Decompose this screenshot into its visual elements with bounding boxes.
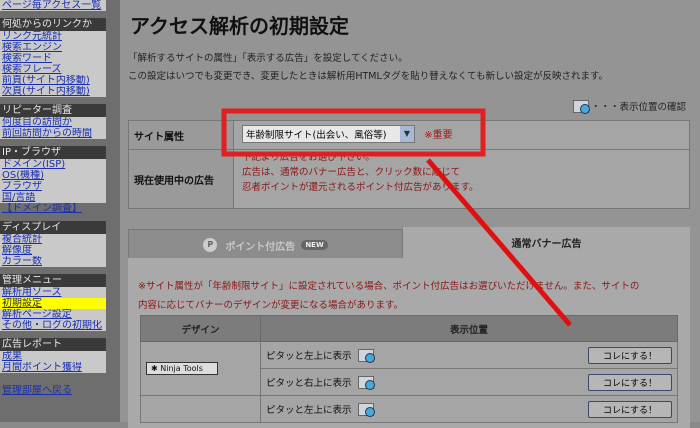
sidebar-link[interactable]: 解析ページ設定 <box>0 309 106 320</box>
sidebar-link-selected[interactable]: 初期設定 <box>0 298 106 309</box>
sidebar-link[interactable]: 解析用ソース <box>0 287 106 298</box>
magnifier-icon[interactable] <box>357 348 375 363</box>
new-badge: NEW <box>301 240 328 250</box>
position-label: ピタッと左上に表示 <box>266 351 352 362</box>
sidebar-link[interactable]: 検索エンジン <box>0 42 106 53</box>
ninja-tools-banner: ✱ Ninja Tools <box>146 362 218 375</box>
sidebar-link[interactable]: カラー数 <box>0 256 106 267</box>
sidebar-section-display: ディスプレイ 複合統計 解像度 カラー数 <box>0 221 106 267</box>
section-title: 広告レポート <box>0 338 106 351</box>
sidebar-link[interactable]: OS(機種) <box>0 170 106 181</box>
sidebar-section-ip: IP・ブラウザ ドメイン(ISP) OS(機種) ブラウザ 国/言語 【ドメイン… <box>0 146 106 214</box>
sidebar-section-admin: 管理メニュー 解析用ソース 初期設定 解析ページ設定 その他・ログの初期化 <box>0 274 106 331</box>
sidebar-link[interactable]: 成果 <box>0 351 106 362</box>
sidebar-section-ad-report: 広告レポート 成果 月間ポイント獲得 <box>0 338 106 373</box>
sidebar-link[interactable]: リンク元統計 <box>0 31 106 42</box>
tab-normal-banner[interactable]: 通常バナー広告 <box>403 227 690 258</box>
sidebar-link[interactable]: 前頁(サイト内移動) <box>0 75 106 86</box>
section-title: ディスプレイ <box>0 221 106 234</box>
settings-table: サイト属性 年齢制限サイト(出会い、風俗等) ▼ ※重要 現在使用中の広告 下記よ… <box>128 120 690 209</box>
magnifier-icon[interactable] <box>357 402 375 417</box>
sidebar-link[interactable]: ブラウザ <box>0 181 106 192</box>
note-text: 内容に応じてバナーのデザインが変更になる場合があります。 <box>138 300 404 311</box>
sidebar-link[interactable]: その他・ログの初期化 <box>0 320 106 331</box>
col-position: 表示位置 <box>260 315 678 342</box>
section-title: リピーター調査 <box>0 104 106 117</box>
note-text: ※サイト属性が「年齢制限サイト」に設定されている場合、ポイント付広告はお選びいた… <box>138 281 640 292</box>
site-attr-label: サイト属性 <box>129 121 233 149</box>
sidebar-section-repeater: リピーター調査 何度目の訪問か 前回訪問からの時間 <box>0 104 106 139</box>
sidebar-link[interactable]: 次頁(サイト内移動) <box>0 86 106 97</box>
sidebar-link[interactable]: 検索フレーズ <box>0 64 106 75</box>
select-button[interactable]: コレにする！ <box>588 346 672 364</box>
sidebar-section-links: 何処からのリンクか リンク元統計 検索エンジン 検索ワード 検索フレーズ 前頁(… <box>0 18 106 97</box>
sidebar-link[interactable]: 解像度 <box>0 245 106 256</box>
sidebar-link[interactable]: 国/言語 <box>0 192 106 203</box>
table-row: ✱ Ninja Tools ピタッと左上に表示 コレにする！ <box>140 341 678 396</box>
col-design: デザイン <box>140 315 261 342</box>
chevron-down-icon: ▼ <box>400 126 414 142</box>
sidebar-link[interactable]: 前回訪問からの時間 <box>0 128 106 139</box>
select-value: 年齢制限サイト(出会い、風俗等) <box>246 130 387 141</box>
ad-tabs: P ポイント付広告 NEW 通常バナー広告 <box>128 227 690 260</box>
section-title: IP・ブラウザ <box>0 146 106 159</box>
current-ad-text: 下記より広告をお選び下さい。 <box>242 152 375 163</box>
table-row: ピタッと左上に表示 コレにする！ <box>140 395 678 423</box>
page-title: アクセス解析の初期設定 <box>130 14 349 38</box>
sidebar: ページ毎アクセス一覧 何処からのリンクか リンク元統計 検索エンジン 検索ワード… <box>0 0 120 422</box>
confirm-label: ・・・表示位置の確認 <box>590 102 686 113</box>
position-label: ピタッと右上に表示 <box>266 378 352 389</box>
sidebar-link[interactable]: 検索ワード <box>0 53 106 64</box>
current-ad-label: 現在使用中の広告 <box>129 150 233 208</box>
magnifier-icon[interactable] <box>357 375 375 390</box>
position-label: ピタッと左上に表示 <box>266 405 352 416</box>
section-title: 管理メニュー <box>0 274 106 287</box>
current-ad-text: 忍者ポイントが還元されるポイント付広告があります。 <box>242 182 479 193</box>
section-title: 何処からのリンクか <box>0 18 106 31</box>
select-button[interactable]: コレにする！ <box>588 373 672 391</box>
position-confirm-link[interactable]: ・・・表示位置の確認 <box>572 99 686 114</box>
intro-text: 「解析するサイトの属性」「表示する広告」を設定してください。 <box>128 53 408 64</box>
tab-panel: ※サイト属性が「年齢制限サイト」に設定されている場合、ポイント付広告はお選びいた… <box>128 258 690 428</box>
tab-point-ad[interactable]: P ポイント付広告 NEW <box>128 229 403 260</box>
sidebar-link-page-access[interactable]: ページ毎アクセス一覧 <box>0 0 106 11</box>
sidebar-link[interactable]: 複合統計 <box>0 234 106 245</box>
main-content: アクセス解析の初期設定 「解析するサイトの属性」「表示する広告」を設定してくださ… <box>120 0 700 428</box>
intro-text: この設定はいつでも変更でき、変更したときは解析用HTMLタグを貼り替えなくても新… <box>128 71 609 82</box>
back-link[interactable]: 管理部屋へ戻る <box>0 385 120 396</box>
magnifier-icon <box>572 99 590 114</box>
tab-label: ポイント付広告 <box>225 241 296 253</box>
site-attr-select[interactable]: 年齢制限サイト(出会い、風俗等) ▼ <box>242 125 415 143</box>
point-icon: P <box>203 238 218 252</box>
sidebar-link[interactable]: 月間ポイント獲得 <box>0 362 106 373</box>
current-ad-text: 広告は、通常のバナー広告と、クリック数に応じて <box>242 167 461 178</box>
important-note: ※重要 <box>424 130 453 141</box>
select-button[interactable]: コレにする！ <box>588 400 672 418</box>
banner-table: デザイン 表示位置 ✱ Ninja Tools ピタッと左上に表示 コレにする！ ピ… <box>140 315 678 423</box>
tab-label: 通常バナー広告 <box>511 239 582 250</box>
sidebar-link[interactable]: 何度目の訪問か <box>0 117 106 128</box>
sidebar-link-domain-check[interactable]: 【ドメイン調査】 <box>0 203 106 214</box>
sidebar-link[interactable]: ドメイン(ISP) <box>0 159 106 170</box>
